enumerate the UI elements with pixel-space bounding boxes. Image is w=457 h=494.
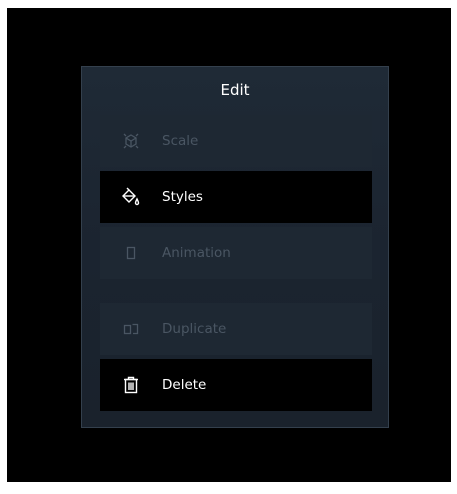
menu-item-delete-label: Delete [162, 377, 207, 393]
menu-title: Edit [220, 81, 250, 99]
menu-item-animation: Animation [100, 227, 372, 279]
menu-item-styles-label: Styles [162, 189, 203, 205]
duplicate-icon [100, 303, 162, 355]
edit-context-menu: Edit Scale Styles Animation Duplicate De… [81, 66, 389, 428]
menu-item-delete[interactable]: Delete [100, 359, 372, 411]
scale-icon [100, 115, 162, 167]
menu-item-animation-label: Animation [162, 245, 231, 261]
backdrop: Edit Scale Styles Animation Duplicate De… [7, 8, 451, 482]
menu-item-scale: Scale [100, 115, 372, 167]
menu-item-duplicate-label: Duplicate [162, 321, 227, 337]
menu-item-duplicate: Duplicate [100, 303, 372, 355]
menu-item-scale-label: Scale [162, 133, 199, 149]
menu-item-styles[interactable]: Styles [100, 171, 372, 223]
trash-icon [100, 359, 162, 411]
animation-icon [100, 227, 162, 279]
paint-bucket-icon [100, 171, 162, 223]
